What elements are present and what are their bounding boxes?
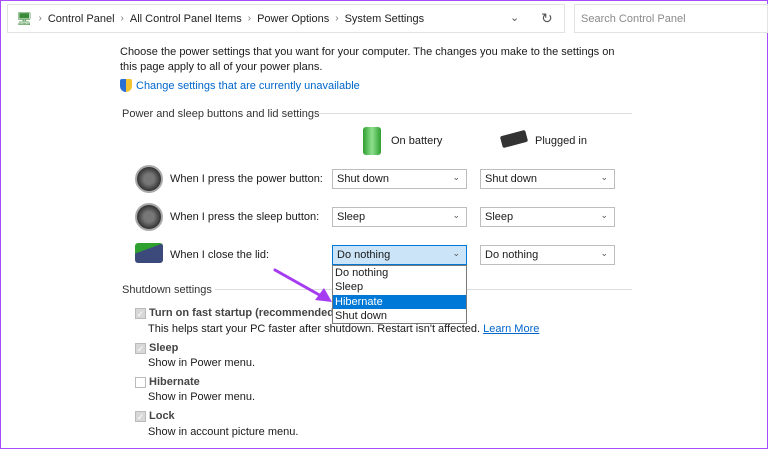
checkbox-label: Hibernate (149, 376, 200, 388)
chevron-right-icon: › (335, 13, 339, 24)
intro-text: Choose the power settings that you want … (120, 46, 615, 73)
annotation-arrow-icon (273, 268, 332, 302)
breadcrumb-all-items[interactable]: All Control Panel Items (130, 13, 242, 25)
selected-value: Sleep (485, 211, 514, 223)
option-sleep[interactable]: Sleep (333, 280, 466, 294)
selected-value: Do nothing (337, 249, 391, 261)
chevron-down-icon: ⌄ (452, 210, 460, 220)
address-bar[interactable]: 🖥 › Control Panel › All Control Panel It… (7, 4, 565, 33)
selected-value: Sleep (337, 211, 366, 223)
checkbox-label: Sleep (149, 342, 179, 354)
checkbox-label: Turn on fast startup (recommended) (149, 307, 338, 319)
breadcrumb-system-settings[interactable]: System Settings (345, 13, 424, 25)
sleep-button-plugged-select[interactable]: Sleep ⌄ (480, 207, 615, 227)
change-settings-link[interactable]: Change settings that are currently unava… (136, 80, 360, 92)
row-label: When I press the sleep button: (170, 211, 320, 223)
selected-value: Shut down (337, 173, 389, 185)
chevron-down-icon: ⌄ (600, 172, 608, 182)
chevron-right-icon: › (120, 13, 124, 24)
history-dropdown-icon[interactable]: ⌄ (510, 11, 519, 24)
sleep-button-icon (135, 203, 163, 231)
chevron-down-icon: ⌄ (452, 248, 460, 258)
checkbox-description: Show in account picture menu. (148, 426, 299, 438)
selected-value: Do nothing (485, 249, 539, 261)
divider (319, 113, 632, 114)
refresh-icon[interactable]: ↻ (541, 10, 553, 27)
power-button-icon (135, 165, 163, 193)
option-hibernate[interactable]: Hibernate (333, 294, 466, 309)
option-shut-down[interactable]: Shut down (333, 309, 466, 323)
checkbox-description: Show in Power menu. (148, 357, 255, 369)
chevron-down-icon: ⌄ (452, 172, 460, 182)
battery-icon (363, 127, 381, 155)
checkbox-description: Show in Power menu. (148, 391, 255, 403)
power-button-plugged-select[interactable]: Shut down ⌄ (480, 169, 615, 189)
hibernate-checkbox[interactable] (135, 376, 146, 388)
section-heading-shutdown: Shutdown settings (122, 284, 212, 296)
chevron-right-icon: › (247, 13, 252, 24)
breadcrumb-control-panel[interactable]: Control Panel (48, 13, 115, 25)
chevron-right-icon: › (38, 13, 42, 24)
lid-dropdown-list: Do nothing Sleep Hibernate Shut down (332, 265, 467, 325)
sleep-checkbox[interactable]: ✓ (135, 342, 146, 354)
checkbox-description: This helps start your PC faster after sh… (148, 323, 481, 335)
breadcrumb-power-options[interactable]: Power Options (257, 13, 329, 25)
power-button-battery-select[interactable]: Shut down ⌄ (332, 169, 467, 189)
option-do-nothing[interactable]: Do nothing (333, 266, 466, 280)
column-on-battery: On battery (391, 135, 443, 147)
section-heading-buttons: Power and sleep buttons and lid settings (122, 108, 320, 120)
lock-checkbox[interactable]: ✓ (135, 410, 146, 422)
plug-icon (499, 129, 529, 149)
row-label: When I press the power button: (170, 173, 323, 185)
search-input[interactable]: Search Control Panel (574, 4, 768, 33)
chevron-down-icon: ⌄ (600, 210, 608, 220)
shield-icon (120, 79, 132, 92)
sleep-button-battery-select[interactable]: Sleep ⌄ (332, 207, 467, 227)
learn-more-link[interactable]: Learn More (483, 323, 539, 335)
selected-value: Shut down (485, 173, 537, 185)
lid-plugged-select[interactable]: Do nothing ⌄ (480, 245, 615, 265)
checkbox-label: Lock (149, 410, 175, 422)
chevron-down-icon: ⌄ (600, 248, 608, 258)
control-panel-icon: 🖥 (16, 10, 33, 26)
lid-battery-select[interactable]: Do nothing ⌄ (332, 245, 467, 265)
fast-startup-checkbox[interactable]: ✓ (135, 307, 146, 319)
row-label: When I close the lid: (170, 249, 270, 261)
laptop-lid-icon (135, 243, 163, 263)
column-plugged-in: Plugged in (535, 135, 587, 147)
